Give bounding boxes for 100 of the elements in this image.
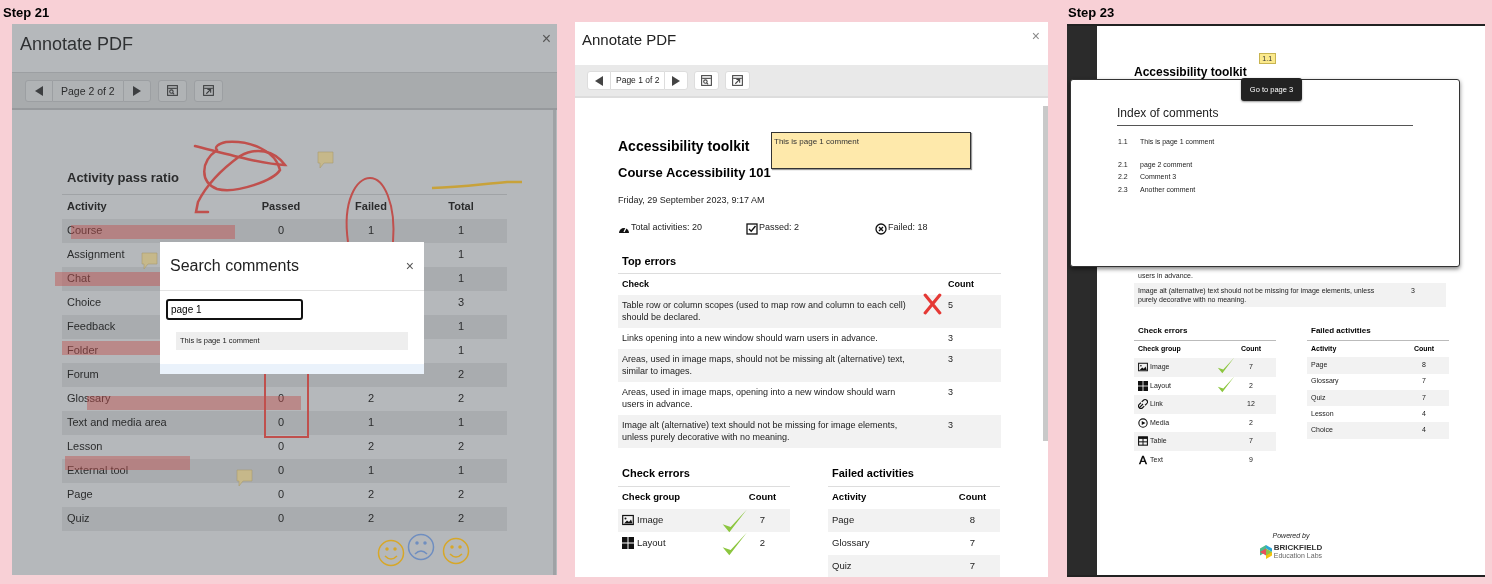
section-heading: Top errors: [618, 252, 1001, 274]
grid-icon: [622, 537, 634, 549]
search-icon: [165, 84, 179, 97]
table-cell: 1: [367, 464, 375, 477]
column-header: Passed: [260, 199, 302, 215]
table-cell-text: Glossary: [832, 535, 870, 550]
prev-icon: [33, 84, 45, 97]
table-cell: 2: [457, 488, 465, 501]
font-icon: [1138, 454, 1148, 465]
table-cell: Page: [67, 488, 93, 501]
table-cell: 2: [367, 392, 375, 405]
index-heading: Index of comments: [1117, 104, 1413, 126]
table-cell: 0: [277, 464, 285, 477]
cross-circle-icon: [875, 222, 887, 235]
table-cell: Lesson: [67, 440, 103, 453]
column-header: Count: [747, 490, 778, 505]
report-title: Accessibility toolkit: [1134, 64, 1247, 81]
smiley-face-icon: [377, 539, 405, 567]
table-cell-text: Image: [637, 512, 664, 527]
table-cell: 5: [948, 300, 953, 310]
table-cell: Table row or column scopes (used to map row and column to each cell) should be declared.: [622, 300, 906, 322]
window-icon: [201, 84, 215, 97]
table-cell-text: 7: [758, 512, 767, 527]
stat-label: Passed: 2: [759, 221, 800, 234]
table-cell: 3: [948, 387, 953, 397]
close-button[interactable]: ×: [405, 259, 414, 273]
table-cell-text: Page: [832, 512, 855, 527]
table-cell: 1: [457, 344, 465, 357]
scrollbar[interactable]: [1043, 106, 1048, 441]
dialog-title: Search comments: [170, 256, 299, 276]
report-title: Accessibility toolkit: [618, 137, 750, 156]
scrollbar[interactable]: [553, 110, 556, 575]
table-cell: 3: [948, 333, 953, 343]
column-header: Count: [957, 490, 988, 505]
logo-icon: [1259, 544, 1272, 559]
table-cell: Choice: [67, 296, 102, 309]
table-cell: 2: [367, 512, 375, 525]
table-cell: Links opening into a new window should warn users in advance.: [622, 333, 878, 343]
image-icon: [1138, 362, 1148, 373]
table-cell: Feedback: [67, 320, 116, 333]
next-icon: [130, 84, 143, 97]
table-heading: Activity pass ratio: [62, 168, 507, 195]
next-page-button[interactable]: [122, 79, 151, 102]
table-cell: 3: [948, 420, 953, 430]
table-cell: 3: [457, 296, 465, 309]
comment-note[interactable]: This is page 1 comment: [771, 132, 971, 169]
page-indicator: Page 2 of 2: [53, 79, 123, 102]
course-title: Course Accessibility 101: [618, 164, 772, 182]
table-cell: Quiz: [67, 512, 90, 525]
stat-label: Failed: 18: [888, 221, 928, 234]
table-cell-text: 8: [968, 512, 977, 527]
table-cell: 1: [457, 416, 465, 429]
window-icon: [731, 74, 745, 87]
table-cell: 2: [457, 512, 465, 525]
grid-icon: [1138, 380, 1148, 391]
table-cell: 1: [367, 224, 375, 237]
table-cell: 1: [457, 248, 465, 261]
close-button[interactable]: ×: [541, 31, 551, 47]
column-header: Check group: [621, 490, 682, 505]
expand-button[interactable]: [193, 79, 223, 102]
ellipse-annotation: [345, 177, 395, 243]
sad-face-icon: [407, 533, 435, 561]
table-cell: 0: [277, 512, 285, 525]
table-cell: Text and media area: [67, 416, 167, 429]
table-cell: 2: [457, 392, 465, 405]
table-cell-text: 7: [968, 535, 977, 550]
table-cell: 0: [277, 392, 285, 405]
table-cell: External tool: [67, 464, 129, 477]
column-header: Total: [447, 199, 475, 215]
column-header: Check: [621, 278, 650, 291]
search-comments-button[interactable]: [157, 79, 187, 102]
table-cell: Folder: [67, 344, 99, 357]
close-button[interactable]: ×: [1031, 29, 1040, 43]
table-cell: Glossary: [67, 392, 111, 405]
table-cell: Course: [67, 224, 103, 237]
link-icon: [1138, 399, 1148, 410]
smiley-face-icon: [442, 537, 470, 565]
table-cell: 2: [457, 440, 465, 453]
table-cell: 2: [457, 368, 465, 381]
table-icon: [1138, 436, 1148, 447]
previous-page-button[interactable]: [25, 79, 53, 102]
column-header: Activity: [831, 490, 868, 505]
table-cell: 1: [457, 464, 465, 477]
table-cell: Chat: [67, 272, 91, 285]
column-header: Activity: [66, 199, 108, 215]
table-cell: Image alt (alternative) text should not be missing for image elements, unless purely decorative with no meaning.: [622, 420, 898, 442]
step-label: Step 23: [1068, 4, 1115, 22]
table-cell: Assignment: [67, 248, 125, 261]
section-heading: Check errors: [618, 465, 790, 487]
table-cell: Forum: [67, 368, 99, 381]
table-cell-text: Layout: [637, 535, 666, 550]
table-cell: 0: [277, 416, 285, 429]
search-field[interactable]: page 1: [166, 299, 303, 320]
image-icon: [622, 514, 634, 526]
table-cell: 1: [457, 272, 465, 285]
logo-name: BRICKFIELD: [1273, 544, 1323, 552]
table-cell: Areas, used in image maps, opening into a new window should warn users in advance.: [622, 387, 896, 409]
table-cell: 2: [367, 440, 375, 453]
step-label: Step 21: [3, 4, 50, 22]
section-heading: Check errors: [1134, 325, 1276, 341]
